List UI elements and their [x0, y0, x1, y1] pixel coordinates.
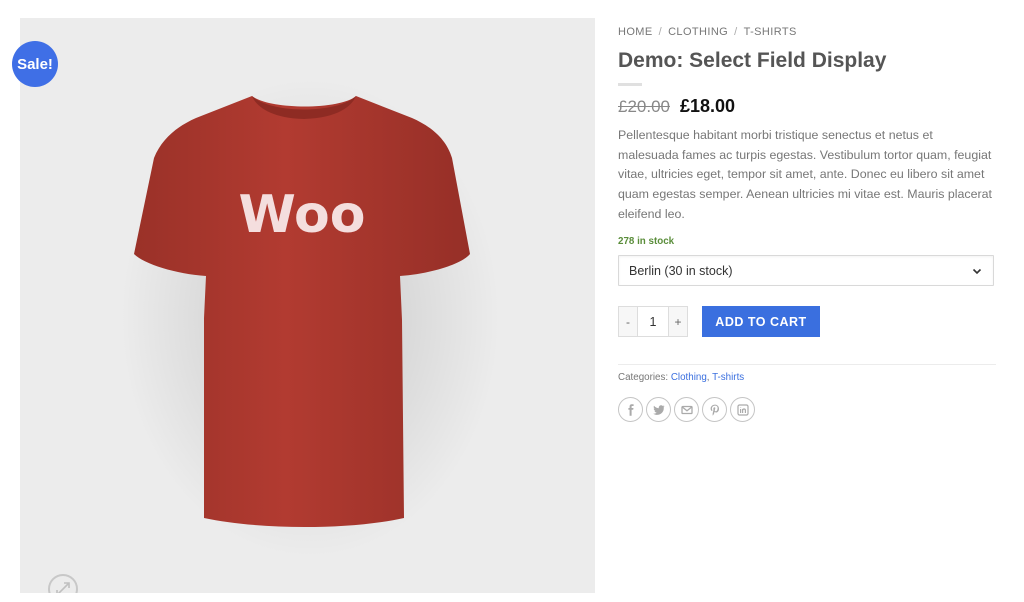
product-categories: Categories: Clothing, T-shirts	[618, 372, 996, 383]
add-to-cart-row: - 1 + ADD TO CART	[618, 306, 996, 338]
share-facebook-button[interactable]	[618, 397, 643, 423]
variation-selected-value: Berlin (30 in stock)	[629, 263, 733, 278]
share-pinterest-button[interactable]	[702, 397, 727, 423]
quantity-stepper: - 1 +	[618, 306, 688, 338]
stock-status: 278 in stock	[618, 236, 675, 248]
sale-price: £18.00	[680, 96, 736, 117]
quantity-input[interactable]: 1	[637, 307, 669, 337]
sale-badge: Sale!	[12, 41, 58, 87]
twitter-icon	[652, 404, 665, 415]
product-description: Pellentesque habitant morbi tristique se…	[618, 128, 992, 221]
breadcrumb-clothing[interactable]: CLOTHING	[668, 26, 728, 38]
share-icons	[618, 397, 996, 423]
category-link-tshirts[interactable]: T-shirts	[712, 372, 744, 383]
pinterest-icon	[710, 404, 719, 416]
quantity-plus-button[interactable]: +	[669, 307, 687, 337]
meta-divider	[618, 364, 996, 366]
chevron-down-icon	[972, 268, 982, 274]
quantity-minus-button[interactable]: -	[619, 307, 637, 337]
breadcrumb-separator: /	[734, 26, 738, 38]
product-price: £20.00 £18.00	[618, 96, 996, 117]
product-gallery: Woo	[20, 18, 595, 593]
expand-icon	[56, 582, 70, 593]
shirt-print-text: Woo	[239, 185, 366, 245]
share-twitter-button[interactable]	[646, 397, 671, 423]
variation-select[interactable]: Berlin (30 in stock)	[618, 255, 994, 287]
product-title: Demo: Select Field Display	[618, 49, 887, 72]
title-divider	[618, 83, 642, 87]
categories-label: Categories:	[618, 372, 669, 384]
product-summary: HOME / CLOTHING / T-SHIRTS Demo: Select …	[618, 24, 996, 423]
email-icon	[680, 405, 693, 414]
share-email-button[interactable]	[674, 397, 699, 423]
linkedin-icon	[736, 404, 749, 416]
breadcrumb-separator: /	[658, 26, 663, 38]
regular-price: £20.00	[618, 97, 670, 117]
product-image[interactable]: Woo	[20, 18, 595, 593]
add-to-cart-button[interactable]: ADD TO CART	[702, 306, 820, 338]
category-link-clothing[interactable]: Clothing	[671, 372, 707, 383]
facebook-icon	[627, 403, 634, 416]
breadcrumb: HOME / CLOTHING / T-SHIRTS	[618, 24, 996, 40]
breadcrumb-home[interactable]: HOME	[618, 26, 653, 38]
share-linkedin-button[interactable]	[730, 397, 755, 423]
breadcrumb-tshirts[interactable]: T-SHIRTS	[744, 26, 797, 38]
